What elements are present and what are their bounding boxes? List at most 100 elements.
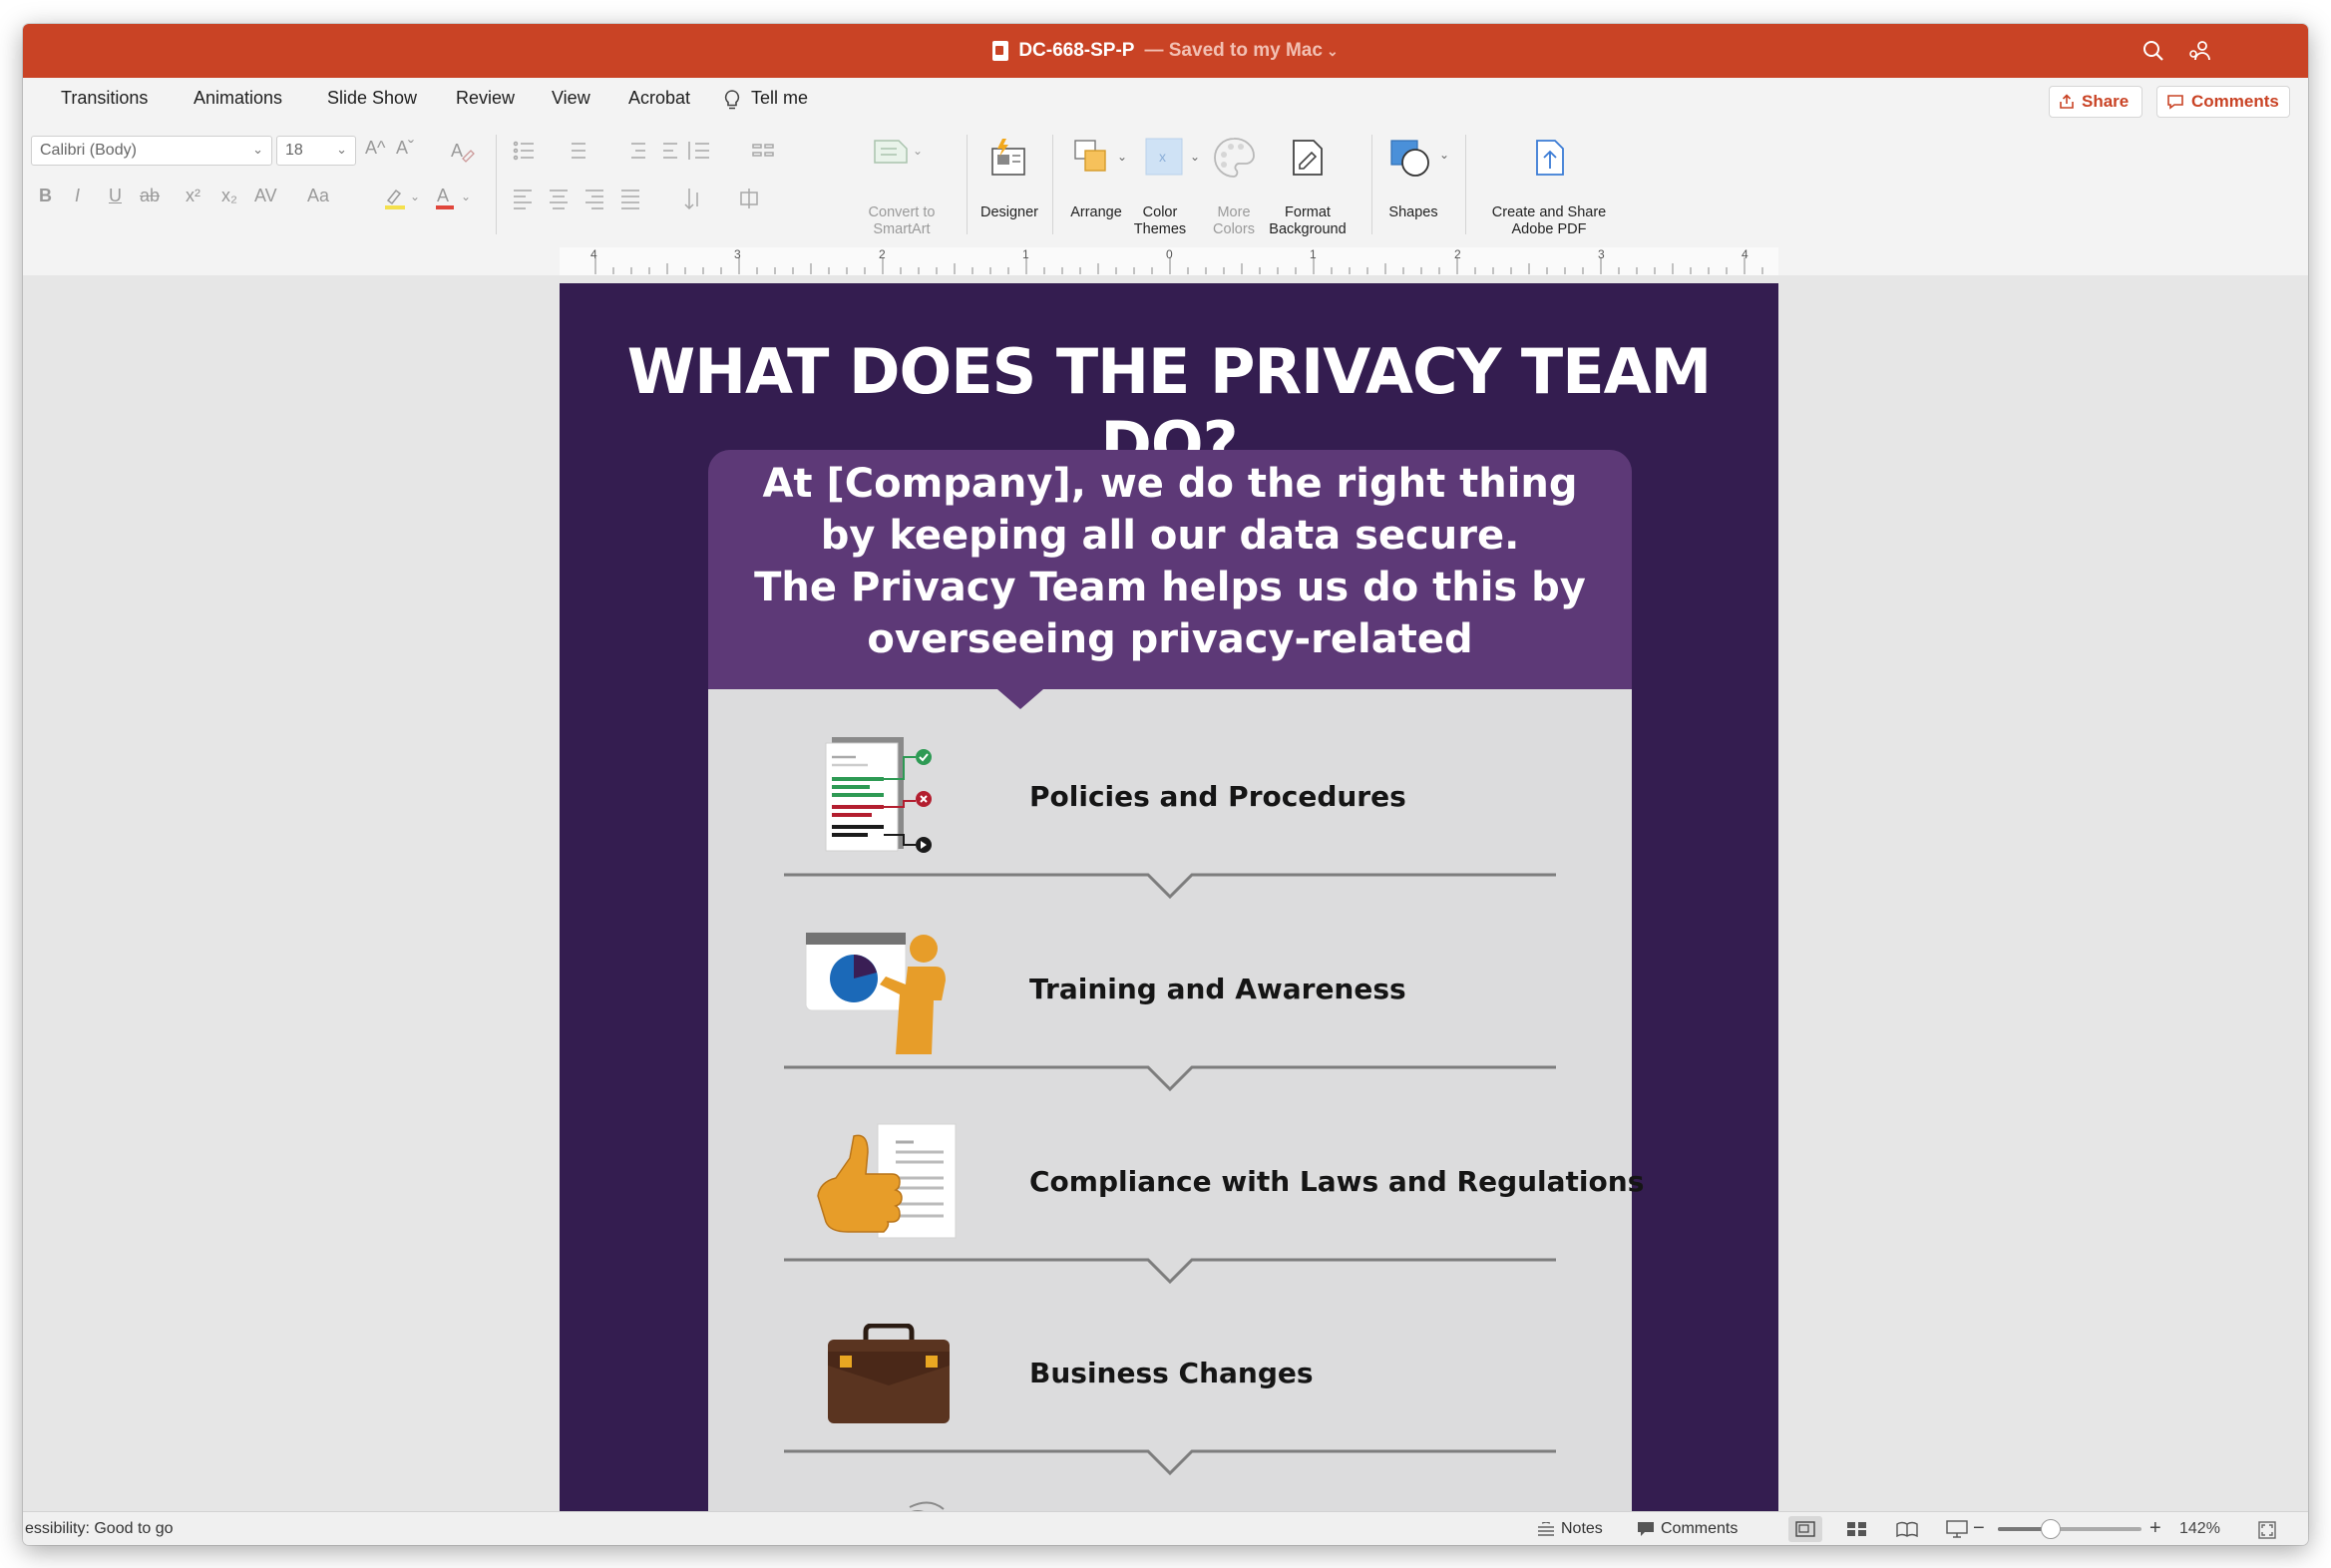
zoom-level[interactable]: 142%	[2179, 1520, 2220, 1538]
color-themes-label: Color Themes	[1133, 204, 1187, 237]
svg-text:⌄: ⌄	[461, 190, 471, 203]
alignment-buttons-icon[interactable]	[512, 187, 661, 210]
convert-smartart-icon[interactable]: ⌄	[869, 137, 929, 169]
ruler-label: 3	[734, 247, 741, 261]
accessibility-status[interactable]: essibility: Good to go	[25, 1520, 174, 1538]
comments-button[interactable]: Comments	[2156, 86, 2290, 118]
font-family-value: Calibri (Body)	[40, 142, 137, 159]
font-size-select[interactable]: 18 ⌄	[276, 136, 356, 166]
ruler-label: 1	[1022, 247, 1029, 261]
designer-label: Designer	[979, 204, 1039, 220]
item-compliance-label[interactable]: Compliance with Laws and Regulations	[1029, 1165, 1644, 1198]
slide-sorter-button[interactable]	[1840, 1516, 1874, 1542]
status-bar: essibility: Good to go Notes Comments − …	[23, 1511, 2308, 1545]
normal-view-button[interactable]	[1788, 1516, 1822, 1542]
character-spacing-button[interactable]: AV	[254, 186, 277, 206]
designer-icon[interactable]	[986, 137, 1030, 179]
ruler-band: 4 3 2 1 0 1 2 3 4	[560, 247, 1799, 275]
chevron-down-icon: ⌄	[336, 142, 347, 157]
tab-slide-show[interactable]: Slide Show	[327, 88, 417, 109]
adobe-pdf-share-icon[interactable]	[1527, 135, 1571, 181]
ribbon-separator	[1465, 135, 1466, 234]
more-colors-palette-icon[interactable]	[1210, 135, 1258, 181]
horizontal-ruler[interactable]: 4 3 2 1 0 1 2 3 4	[23, 247, 2308, 276]
tab-animations[interactable]: Animations	[194, 88, 282, 109]
arrange-icon[interactable]: ⌄	[1071, 137, 1135, 179]
superscript-button[interactable]: x²	[186, 186, 200, 206]
share-button[interactable]: Share	[2049, 86, 2142, 118]
save-status: — Saved to my Mac	[1144, 40, 1323, 61]
intro-banner-pointer	[997, 689, 1043, 709]
policy-document-icon	[825, 737, 932, 853]
share-arrow-icon	[2060, 94, 2074, 109]
intro-text: At [Company], we do the right thing by k…	[754, 461, 1586, 662]
highlight-color-icon[interactable]: ⌄	[382, 185, 442, 210]
line-spacing-icon[interactable]	[683, 139, 803, 163]
reading-view-icon	[1896, 1521, 1918, 1537]
clear-formatting-icon[interactable]: A	[450, 139, 476, 163]
format-background-label: Format Background	[1269, 204, 1347, 237]
ribbon-separator	[496, 135, 497, 234]
change-case-button[interactable]: Aa	[307, 186, 329, 206]
svg-text:A: A	[451, 141, 463, 161]
slide-canvas: WHAT DOES THE PRIVACY TEAM DO? At [Compa…	[23, 275, 2308, 1535]
title-bar: DC-668-SP-P — Saved to my Mac ⌄	[23, 24, 2308, 78]
lightbulb-icon	[724, 90, 740, 110]
strikethrough-button[interactable]: ab	[140, 186, 160, 206]
item-business-label[interactable]: Business Changes	[1029, 1357, 1314, 1389]
item-policies-label[interactable]: Policies and Procedures	[1029, 780, 1406, 813]
section-divider	[784, 1258, 1556, 1285]
tab-review[interactable]: Review	[456, 88, 515, 109]
presenter-chart-icon	[805, 932, 946, 1054]
item-training-label[interactable]: Training and Awareness	[1029, 973, 1406, 1005]
shapes-icon[interactable]: ⌄	[1385, 135, 1455, 181]
search-icon[interactable]	[2140, 38, 2166, 64]
zoom-slider[interactable]	[1998, 1519, 2141, 1539]
status-comments-button[interactable]: Comments	[1637, 1520, 1738, 1538]
chevron-down-icon: ⌄	[252, 142, 263, 157]
text-direction-icon[interactable]	[683, 187, 793, 210]
ruler-label: 3	[1598, 247, 1605, 261]
font-size-value: 18	[285, 142, 303, 159]
underline-button[interactable]: U	[109, 186, 122, 206]
grow-font-button[interactable]: A^	[365, 138, 385, 159]
fit-to-window-icon[interactable]	[2257, 1520, 2277, 1540]
tab-transitions[interactable]: Transitions	[61, 88, 148, 109]
ribbon-separator	[1052, 135, 1053, 234]
subscript-button[interactable]: x₂	[221, 186, 237, 206]
briefcase-icon	[828, 1324, 950, 1423]
font-color-icon[interactable]: A ⌄	[434, 185, 494, 210]
ruler-label: 4	[1742, 247, 1748, 261]
shrink-font-button[interactable]: Aˇ	[396, 138, 414, 159]
normal-view-icon	[1795, 1521, 1815, 1537]
arrange-label: Arrange	[1070, 204, 1122, 220]
bold-button[interactable]: B	[39, 186, 52, 206]
slide-sorter-icon	[1847, 1522, 1866, 1536]
font-family-select[interactable]: Calibri (Body) ⌄	[31, 136, 272, 166]
tab-acrobat[interactable]: Acrobat	[628, 88, 690, 109]
document-title-area[interactable]: DC-668-SP-P — Saved to my Mac ⌄	[23, 24, 2308, 78]
list-buttons-icon[interactable]	[512, 139, 691, 163]
title-chevron-icon[interactable]: ⌄	[1327, 43, 1339, 60]
ruler-label: 1	[1310, 247, 1317, 261]
tab-view[interactable]: View	[552, 88, 590, 109]
slide[interactable]: WHAT DOES THE PRIVACY TEAM DO? At [Compa…	[560, 283, 1778, 1535]
slideshow-view-button[interactable]	[1940, 1516, 1974, 1542]
powerpoint-doc-icon	[992, 41, 1009, 61]
notes-button[interactable]: Notes	[1537, 1520, 1603, 1538]
shapes-label: Shapes	[1388, 204, 1438, 220]
reading-view-button[interactable]	[1890, 1516, 1924, 1542]
share-people-icon[interactable]	[2187, 38, 2213, 64]
format-background-icon[interactable]	[1286, 135, 1330, 181]
italic-button[interactable]: I	[75, 186, 80, 206]
tell-me-search[interactable]: Tell me	[751, 88, 808, 109]
zoom-in-button[interactable]: +	[2149, 1517, 2161, 1540]
zoom-out-button[interactable]: −	[1973, 1517, 1985, 1540]
thumbs-up-document-icon	[817, 1123, 957, 1239]
comment-bubble-icon	[2167, 95, 2183, 110]
intro-banner[interactable]: At [Company], we do the right thing by k…	[708, 450, 1632, 689]
svg-text:⌄: ⌄	[1190, 150, 1200, 164]
zoom-slider-knob[interactable]	[2041, 1519, 2062, 1539]
svg-text:⌄: ⌄	[1439, 148, 1449, 162]
color-themes-icon[interactable]: x ⌄	[1142, 137, 1206, 179]
